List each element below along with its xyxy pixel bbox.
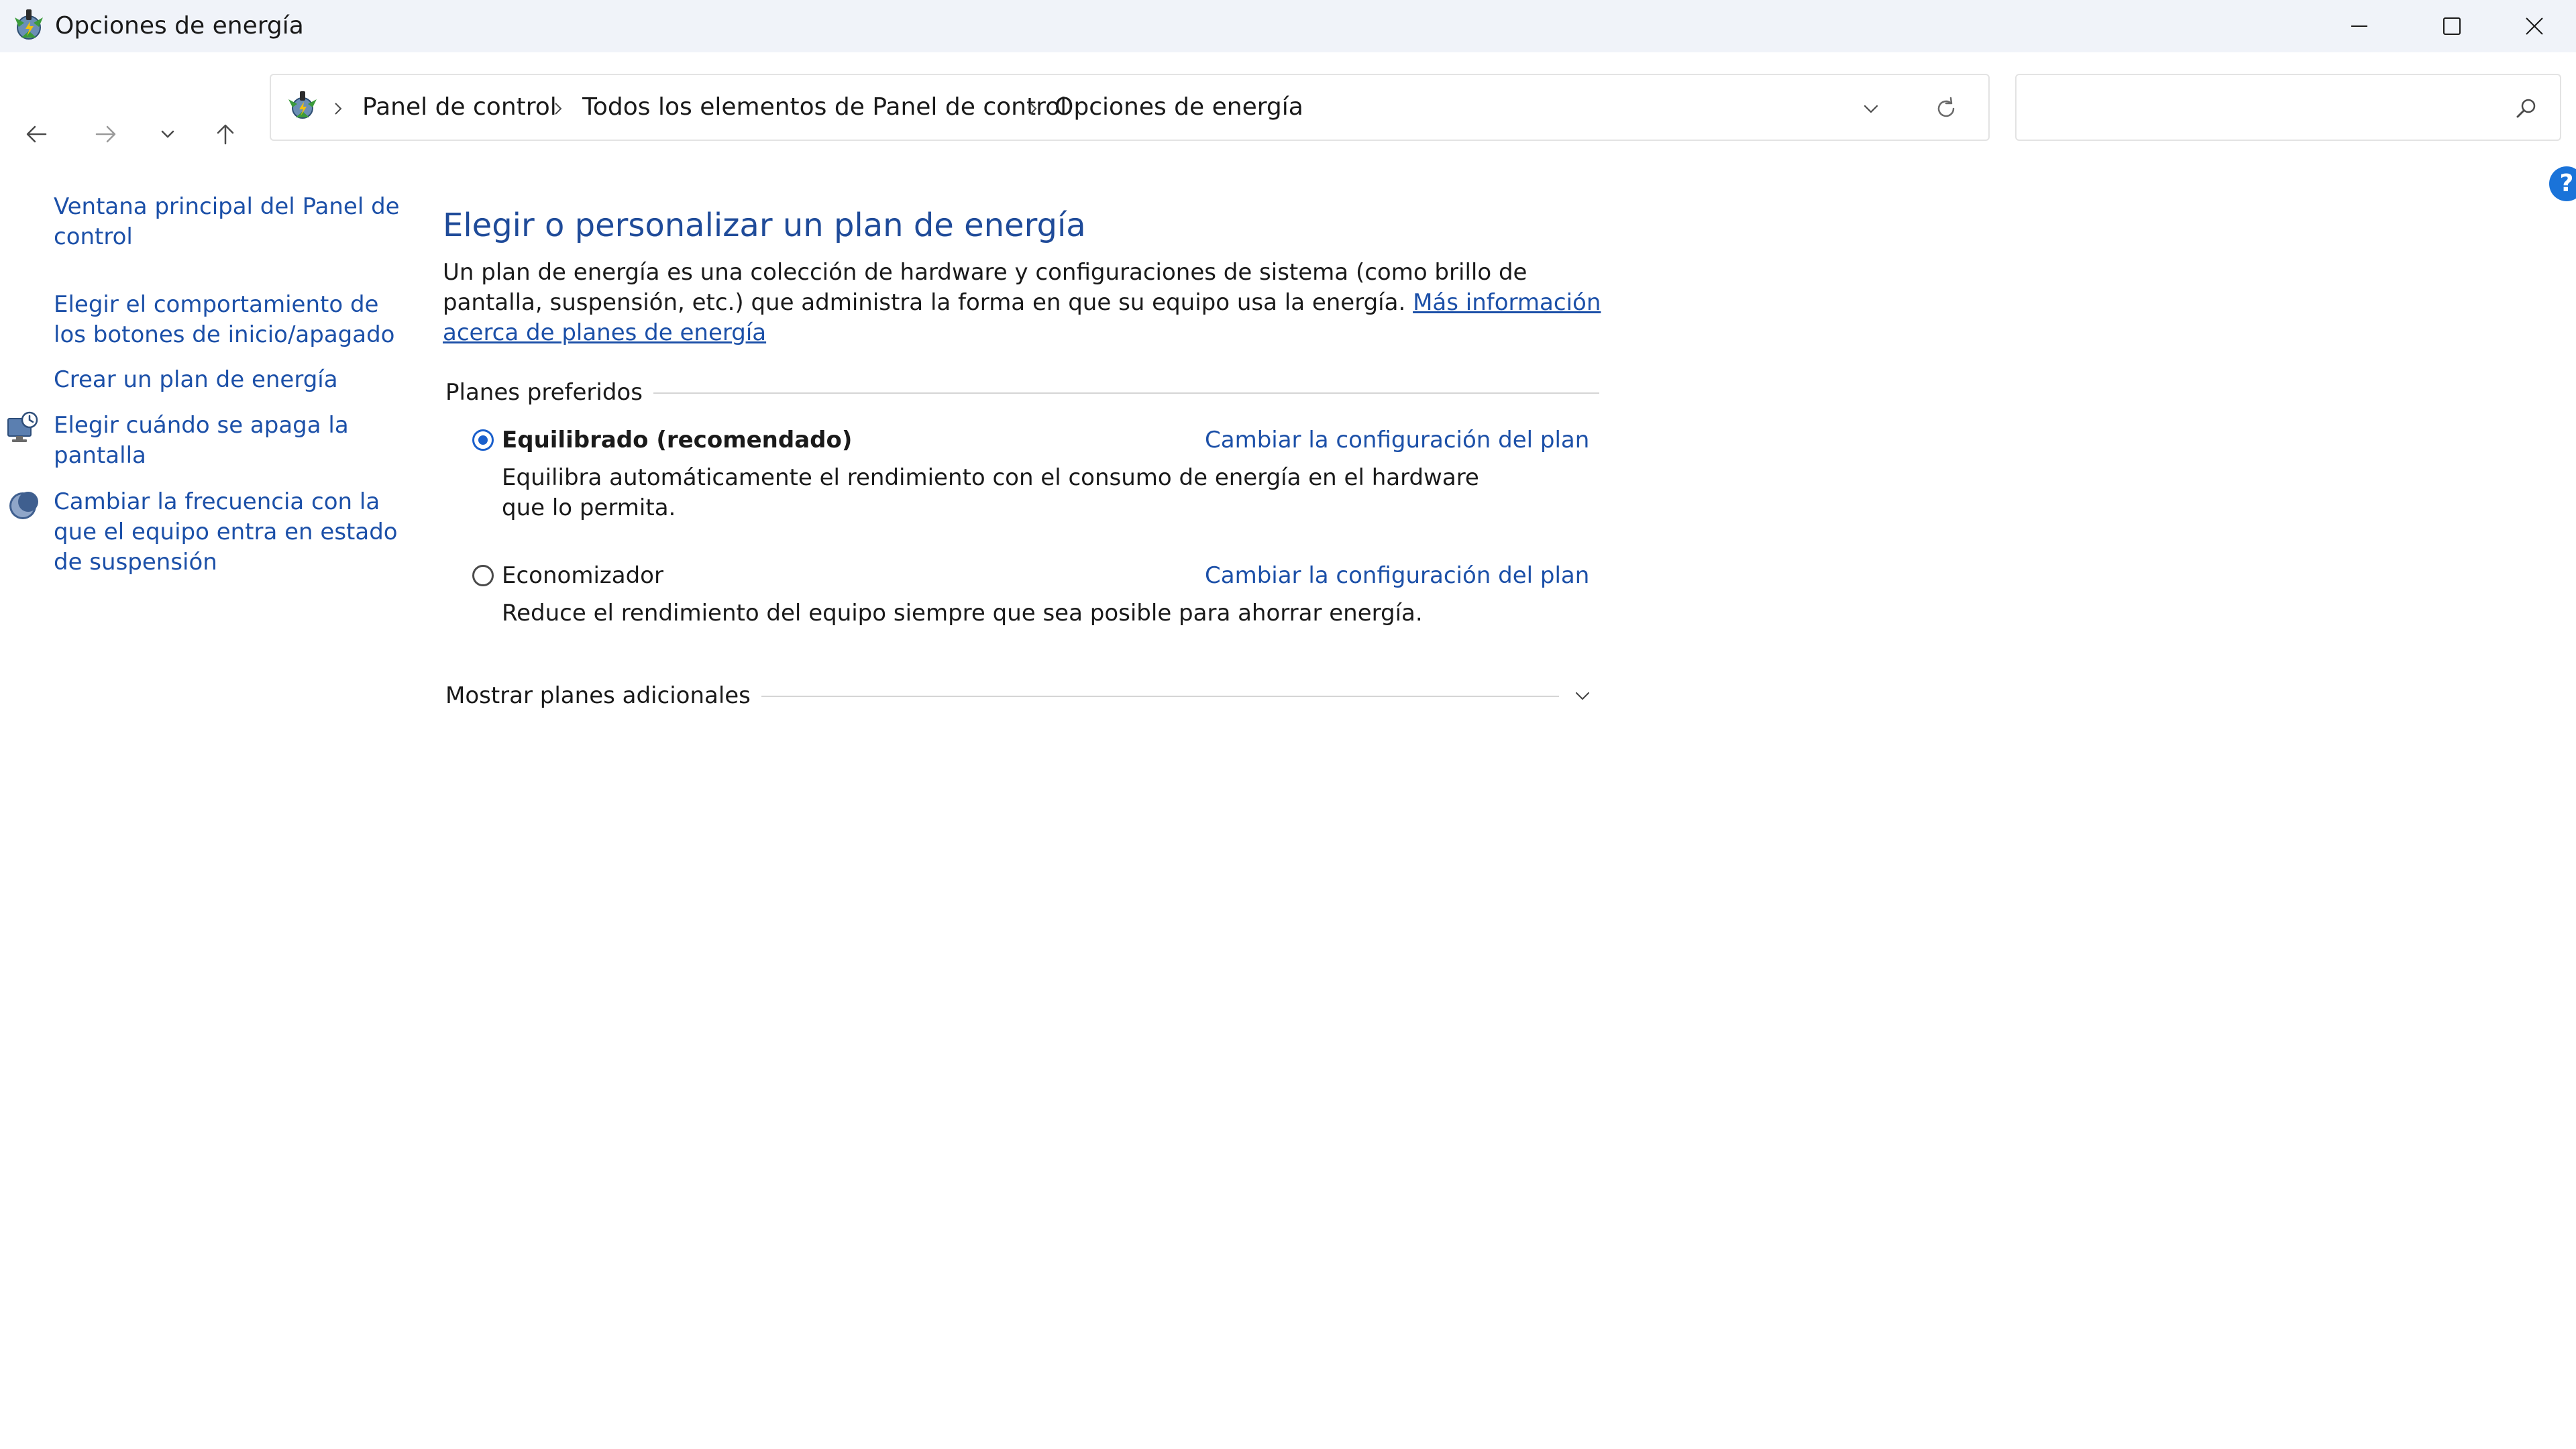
sidebar-link-create-plan[interactable]: Crear un plan de energía bbox=[54, 365, 402, 395]
main-content: Elegir o personalizar un plan de energía… bbox=[443, 164, 1610, 835]
power-options-icon bbox=[15, 9, 43, 40]
sidebar-link-sleep-frequency[interactable]: Cambiar la frecuencia con la que el equi… bbox=[54, 487, 402, 578]
breadcrumb-power-options[interactable]: Opciones de energía bbox=[1055, 91, 1303, 123]
preferred-plans-group: Planes preferidos bbox=[445, 376, 1599, 409]
refresh-button[interactable] bbox=[1923, 87, 1970, 130]
forward-button[interactable] bbox=[79, 107, 133, 161]
plan-balanced-settings-link[interactable]: Cambiar la configuración del plan bbox=[1205, 424, 1589, 456]
intro-text: Un plan de energía es una colección de h… bbox=[443, 259, 1527, 316]
chevron-down-icon bbox=[161, 130, 174, 138]
maximize-icon bbox=[2443, 17, 2461, 35]
breadcrumb-all-items[interactable]: Todos los elementos de Panel de control bbox=[582, 91, 1067, 123]
up-button[interactable] bbox=[199, 107, 252, 161]
preferred-plans-label: Planes preferidos bbox=[445, 376, 653, 409]
sidebar-link-display-off[interactable]: Elegir cuándo se apaga la pantalla bbox=[54, 411, 402, 471]
navigation-bar: Panel de control Todos los elementos de … bbox=[0, 52, 2576, 164]
breadcrumb-control-panel[interactable]: Panel de control bbox=[362, 91, 557, 123]
intro-paragraph: Un plan de energía es una colección de h… bbox=[443, 258, 1610, 348]
minimize-button[interactable] bbox=[2313, 0, 2406, 52]
address-history-button[interactable] bbox=[1847, 87, 1894, 130]
sleep-moon-icon bbox=[9, 492, 38, 519]
plan-balanced-radio[interactable] bbox=[472, 429, 494, 451]
power-options-icon bbox=[288, 91, 317, 119]
sidebar-link-control-panel-home[interactable]: Ventana principal del Panel de control bbox=[54, 192, 402, 252]
additional-plans-label[interactable]: Mostrar planes adicionales bbox=[445, 679, 761, 712]
search-input[interactable] bbox=[2027, 87, 2500, 129]
power-options-window: Opciones de energía Panel de control Tod… bbox=[0, 0, 2576, 1449]
close-icon bbox=[2526, 17, 2543, 35]
sidebar-link-power-buttons[interactable]: Elegir el comportamiento de los botones … bbox=[54, 290, 402, 350]
plan-balanced-name[interactable]: Equilibrado (recomendado) bbox=[502, 424, 852, 456]
minimize-icon bbox=[2351, 25, 2367, 27]
page-title: Elegir o personalizar un plan de energía bbox=[443, 207, 1086, 244]
chevron-down-icon bbox=[1864, 105, 1878, 113]
chevron-down-icon[interactable] bbox=[1566, 679, 1599, 712]
recent-locations-button[interactable] bbox=[141, 107, 195, 161]
close-button[interactable] bbox=[2493, 0, 2576, 52]
window-title: Opciones de energía bbox=[55, 12, 304, 40]
group-divider bbox=[741, 696, 1559, 697]
arrow-up-icon bbox=[217, 124, 234, 145]
search-icon[interactable] bbox=[2510, 93, 2542, 125]
sidebar: Ventana principal del Panel de control E… bbox=[0, 164, 416, 1449]
arrow-right-icon bbox=[95, 125, 116, 143]
group-divider bbox=[647, 392, 1599, 394]
plan-power-saver-name[interactable]: Economizador bbox=[502, 559, 663, 592]
help-icon[interactable]: ? bbox=[2549, 166, 2576, 201]
arrow-left-icon bbox=[26, 125, 47, 143]
maximize-button[interactable] bbox=[2406, 0, 2498, 52]
search-box[interactable] bbox=[2015, 74, 2561, 141]
address-bar[interactable]: Panel de control Todos los elementos de … bbox=[270, 74, 1990, 141]
plan-power-saver-settings-link[interactable]: Cambiar la configuración del plan bbox=[1205, 559, 1589, 592]
breadcrumb-separator-icon[interactable] bbox=[1025, 97, 1041, 121]
additional-plans-toggle[interactable]: Mostrar planes adicionales bbox=[445, 679, 1599, 712]
plan-power-saver-radio[interactable] bbox=[472, 565, 494, 586]
plan-power-saver-description: Reduce el rendimiento del equipo siempre… bbox=[502, 600, 1423, 627]
breadcrumb-separator-icon[interactable] bbox=[330, 97, 346, 121]
plan-balanced-description: Equilibra automáticamente el rendimiento… bbox=[502, 464, 1479, 521]
back-button[interactable] bbox=[9, 107, 63, 161]
breadcrumb-separator-icon[interactable] bbox=[550, 97, 566, 121]
title-bar[interactable]: Opciones de energía bbox=[0, 0, 2576, 52]
display-clock-icon bbox=[7, 411, 38, 442]
refresh-icon bbox=[1937, 97, 1955, 117]
